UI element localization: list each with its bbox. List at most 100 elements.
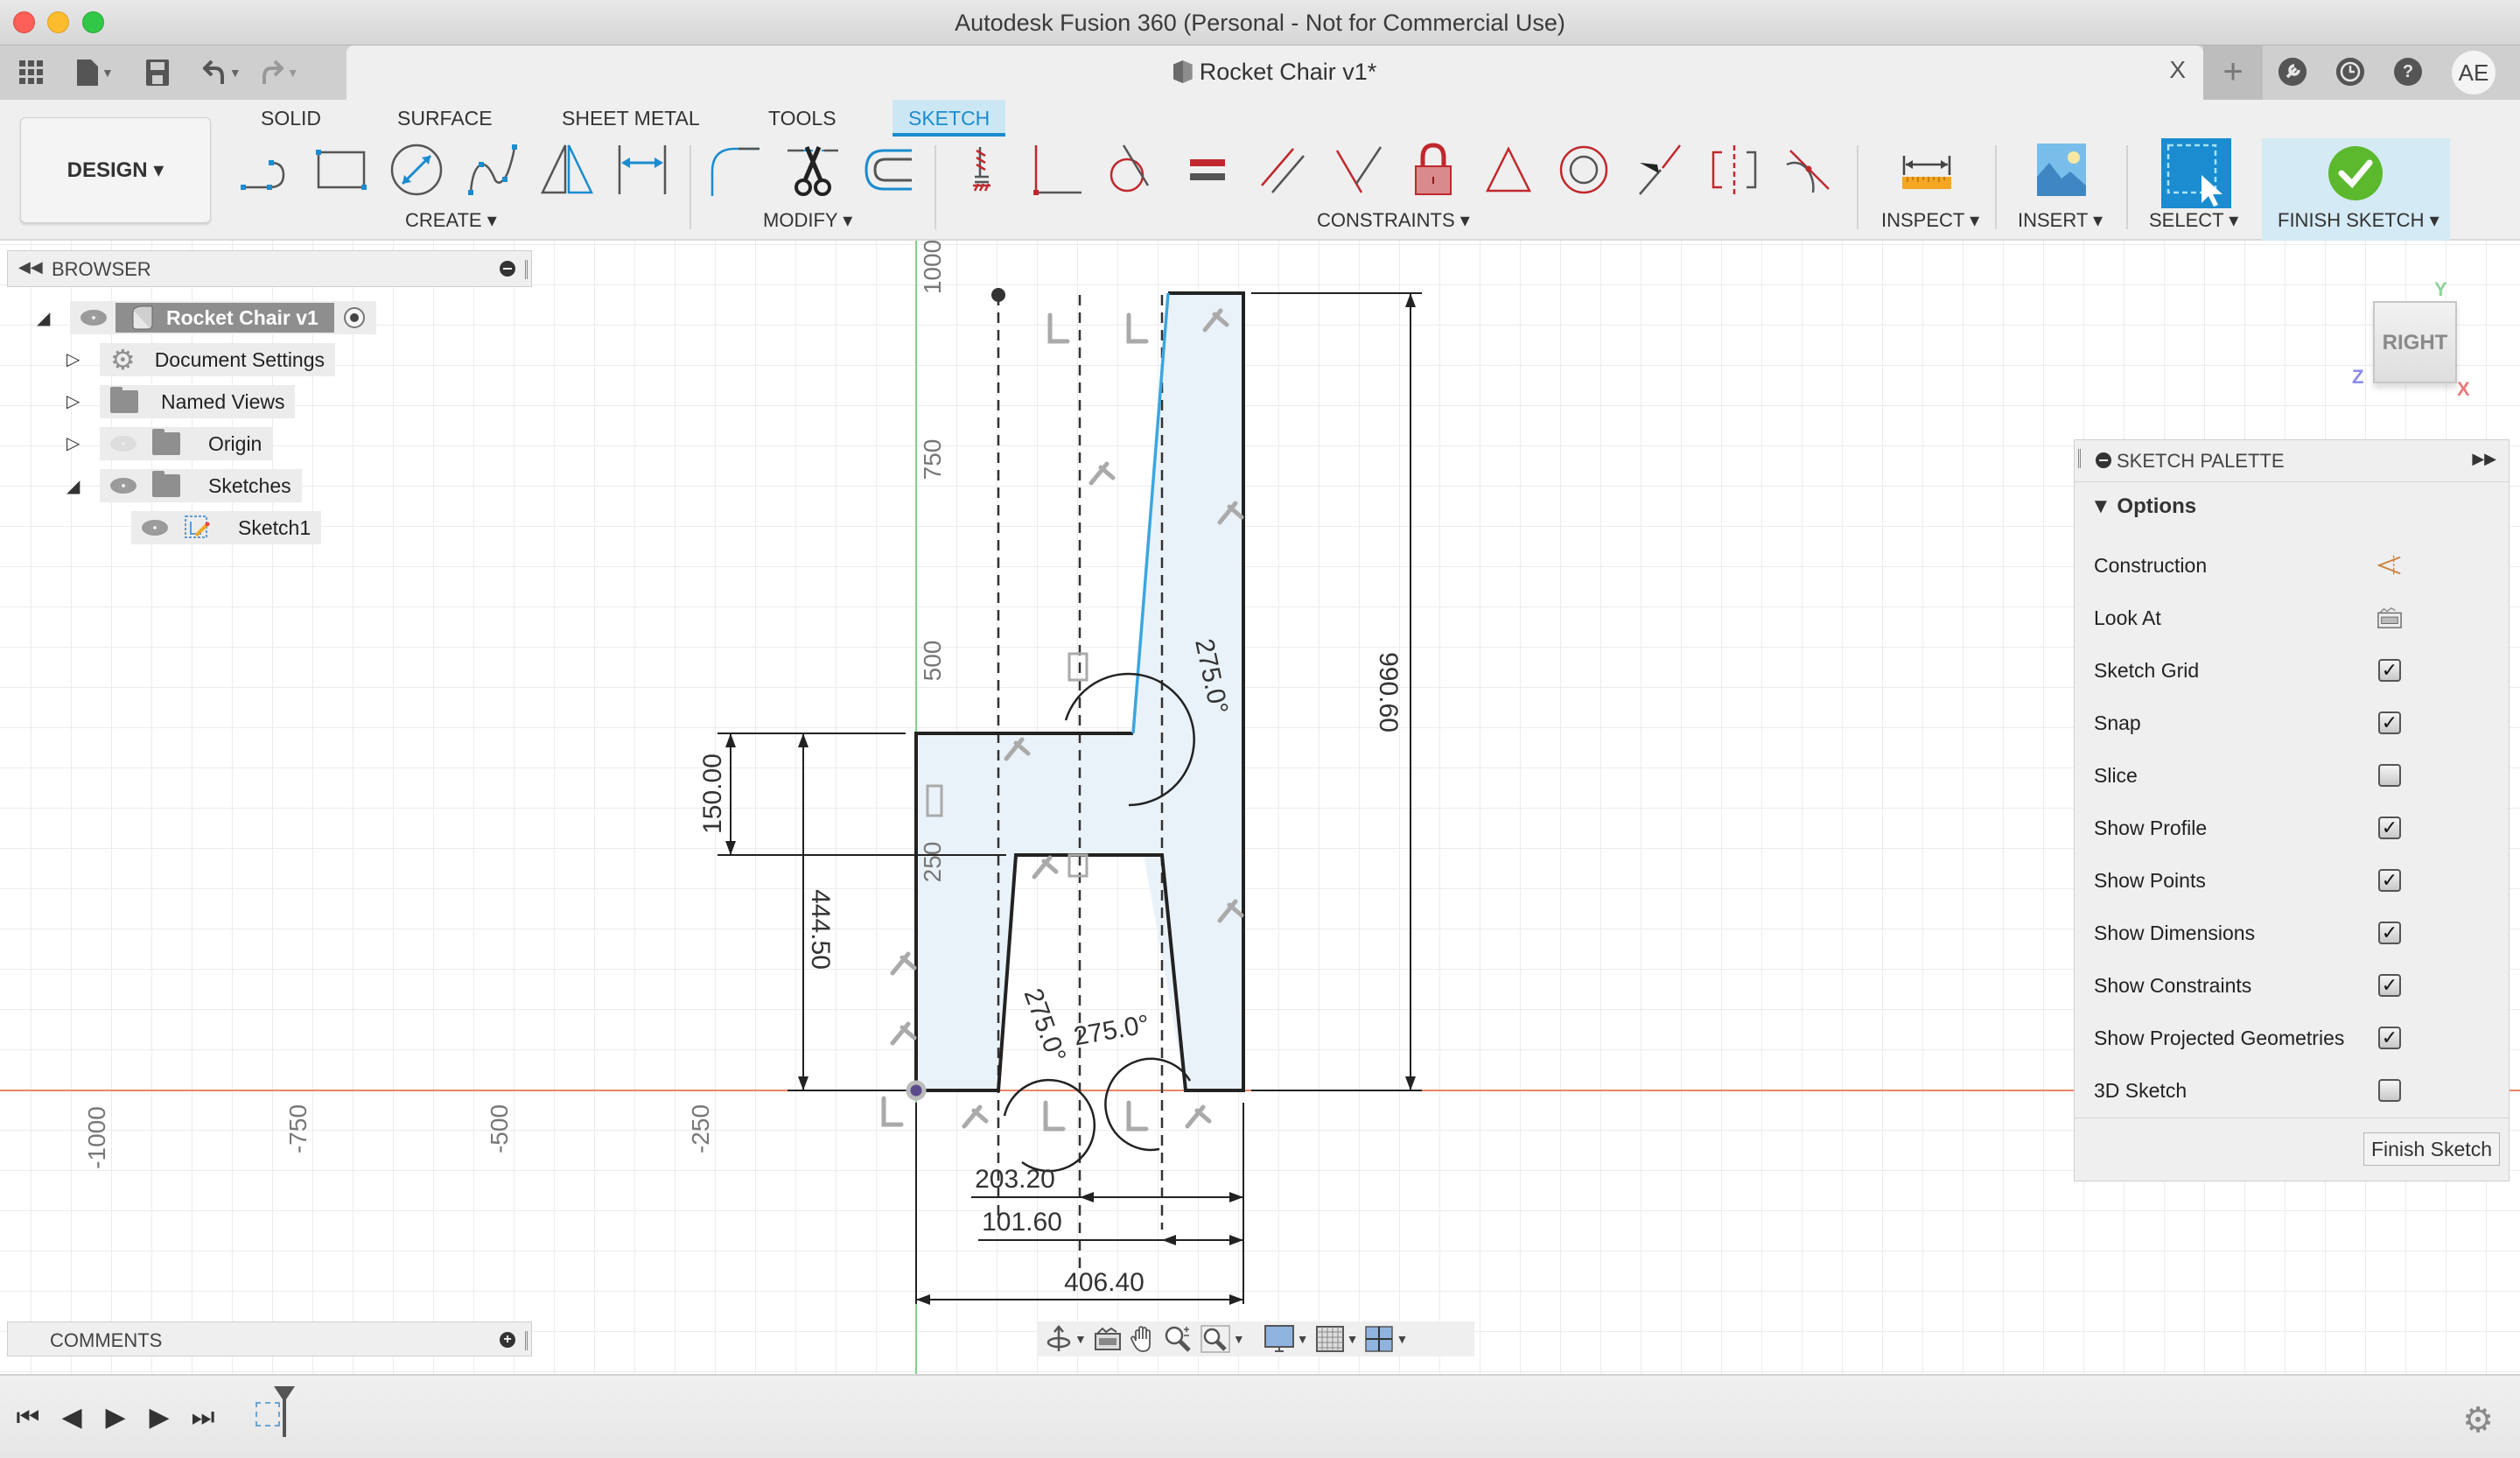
- add-comment-icon[interactable]: +: [500, 1332, 515, 1348]
- browser-item-origin[interactable]: ▷ Origin: [66, 427, 273, 460]
- browser-panel-header[interactable]: ◀◀ BROWSER: [7, 250, 532, 287]
- show-constraints-checkbox[interactable]: ✓: [2378, 974, 2401, 997]
- dim-seat-thickness[interactable]: 150.00: [698, 754, 727, 834]
- step-forward-button[interactable]: ▶: [145, 1402, 173, 1433]
- dim-quarter-width[interactable]: 101.60: [982, 1208, 1062, 1237]
- panel-resize-handle[interactable]: [525, 260, 528, 279]
- tab-surface[interactable]: SURFACE: [382, 100, 508, 137]
- step-back-button[interactable]: ◀: [58, 1402, 86, 1433]
- sketch-palette-header[interactable]: SKETCH PALETTE ▶▶: [2075, 440, 2509, 482]
- finish-sketch-group[interactable]: FINISH SKETCH ▾: [2262, 138, 2450, 241]
- visibility-eye-icon[interactable]: [110, 478, 136, 494]
- minimize-panel-icon[interactable]: [500, 261, 515, 277]
- tab-sketch[interactable]: SKETCH: [892, 100, 1006, 137]
- play-button[interactable]: ▶: [102, 1402, 130, 1433]
- app-grid-button[interactable]: [14, 53, 49, 92]
- line-tool[interactable]: [236, 142, 292, 198]
- option-show-profile[interactable]: Show Profile ✓: [2094, 810, 2488, 845]
- expand-right-icon[interactable]: ▷: [66, 348, 80, 370]
- 3d-sketch-checkbox[interactable]: [2378, 1079, 2401, 1102]
- comments-panel[interactable]: COMMENTS +: [7, 1321, 532, 1356]
- visibility-hidden-icon[interactable]: [110, 436, 136, 452]
- fillet-tool[interactable]: [707, 142, 763, 198]
- option-show-projected-geometries[interactable]: Show Projected Geometries ✓: [2094, 1020, 2488, 1055]
- workspace-switcher[interactable]: DESIGN ▾: [20, 117, 211, 223]
- browser-item-sketch1[interactable]: Sketch1: [131, 511, 322, 544]
- snap-checkbox[interactable]: ✓: [2378, 711, 2401, 734]
- browser-item-root[interactable]: ◢ Rocket Chair v1: [37, 301, 376, 334]
- inspect-menu[interactable]: INSPECT ▾: [1881, 209, 1979, 232]
- sketch-origin[interactable]: [906, 1080, 927, 1101]
- dim-seat-height[interactable]: 444.50: [806, 889, 835, 970]
- undo-button[interactable]: ▼: [202, 53, 242, 92]
- help-button[interactable]: ?: [2394, 58, 2422, 86]
- option-look-at[interactable]: Look At: [2094, 600, 2488, 635]
- midpoint-constraint[interactable]: [1480, 142, 1536, 198]
- panel-resize-handle[interactable]: [525, 1331, 528, 1350]
- expand-right-icon[interactable]: ▷: [66, 432, 80, 454]
- finish-sketch-button[interactable]: Finish Sketch: [2362, 1132, 2500, 1166]
- expand-down-icon[interactable]: ◢: [66, 475, 80, 497]
- extensions-button[interactable]: [2278, 58, 2306, 86]
- slice-checkbox[interactable]: [2378, 764, 2401, 787]
- option-3d-sketch[interactable]: 3D Sketch: [2094, 1073, 2488, 1108]
- job-status-button[interactable]: [2336, 58, 2364, 86]
- zoom-button[interactable]: [1164, 1325, 1194, 1353]
- equal-constraint[interactable]: [1180, 142, 1236, 198]
- mirror-tool[interactable]: [539, 142, 595, 198]
- symmetry-constraint[interactable]: [1706, 142, 1762, 198]
- new-tab-button[interactable]: +: [2203, 46, 2263, 100]
- dim-total-height[interactable]: 990.60: [1374, 652, 1403, 733]
- rectangle-tool[interactable]: [313, 142, 369, 198]
- visibility-eye-icon[interactable]: [142, 520, 168, 536]
- curvature-constraint[interactable]: [1782, 142, 1838, 198]
- sketch-dimension-tool[interactable]: [614, 142, 670, 198]
- fix-constraint[interactable]: [954, 142, 1010, 198]
- dim-half-width[interactable]: 203.20: [975, 1165, 1055, 1194]
- create-menu[interactable]: CREATE ▾: [405, 209, 497, 232]
- option-show-points[interactable]: Show Points ✓: [2094, 863, 2488, 898]
- show-projected-geometries-checkbox[interactable]: ✓: [2378, 1027, 2401, 1049]
- file-menu-button[interactable]: ▼: [77, 53, 114, 92]
- browser-item-named-views[interactable]: ▷ Named Views: [66, 385, 296, 418]
- minimize-panel-icon[interactable]: [2096, 452, 2111, 468]
- perpendicular-constraint[interactable]: [1330, 142, 1386, 198]
- tab-solid[interactable]: SOLID: [245, 100, 337, 137]
- sketch-grid-checkbox[interactable]: ✓: [2378, 659, 2401, 682]
- go-to-start-button[interactable]: ⏮: [14, 1402, 42, 1433]
- dim-total-width[interactable]: 406.40: [1064, 1268, 1144, 1297]
- dim-leg-angle-left[interactable]: 275.0°: [1018, 985, 1072, 1066]
- browser-item-document-settings[interactable]: ▷ ⚙ Document Settings: [66, 343, 336, 376]
- coincident-constraint[interactable]: [1029, 142, 1085, 198]
- timeline-marker[interactable]: [274, 1386, 295, 1437]
- panel-resize-handle[interactable]: [2078, 449, 2081, 468]
- go-to-end-button[interactable]: ⏭: [189, 1402, 217, 1433]
- timeline-sketch1-item[interactable]: [256, 1402, 280, 1426]
- expand-panel-icon[interactable]: ▶▶: [2472, 450, 2496, 468]
- select-menu[interactable]: SELECT ▾: [2149, 209, 2238, 232]
- viewports-button[interactable]: ▼: [1365, 1325, 1408, 1353]
- spline-tool[interactable]: [464, 142, 520, 198]
- option-slice[interactable]: Slice: [2094, 758, 2488, 793]
- browser-item-sketches[interactable]: ◢ Sketches: [66, 469, 302, 502]
- collinear-constraint[interactable]: [1631, 142, 1687, 198]
- tangent-constraint[interactable]: [1104, 142, 1160, 198]
- constraints-menu[interactable]: CONSTRAINTS ▾: [1317, 209, 1470, 232]
- option-construction[interactable]: Construction: [2094, 548, 2488, 583]
- dim-leg-angle-right[interactable]: 275.0°: [1072, 1010, 1152, 1052]
- fit-button[interactable]: ▼: [1200, 1325, 1245, 1353]
- measure-tool[interactable]: [1899, 142, 1955, 198]
- display-settings-button[interactable]: ▼: [1264, 1325, 1309, 1353]
- tab-tools[interactable]: TOOLS: [752, 100, 852, 137]
- option-show-constraints[interactable]: Show Constraints ✓: [2094, 968, 2488, 1003]
- option-sketch-grid[interactable]: Sketch Grid ✓: [2094, 653, 2488, 688]
- insert-image-tool[interactable]: [2034, 142, 2090, 198]
- modify-menu[interactable]: MODIFY ▾: [763, 209, 852, 232]
- close-tab-button[interactable]: X: [2169, 56, 2186, 84]
- view-cube[interactable]: RIGHT: [2373, 301, 2457, 383]
- active-component-radio-icon[interactable]: [343, 306, 366, 329]
- expand-down-icon[interactable]: ◢: [37, 307, 50, 329]
- concentric-constraint[interactable]: [1556, 142, 1612, 198]
- save-button[interactable]: [140, 53, 175, 92]
- visibility-eye-icon[interactable]: [80, 310, 107, 326]
